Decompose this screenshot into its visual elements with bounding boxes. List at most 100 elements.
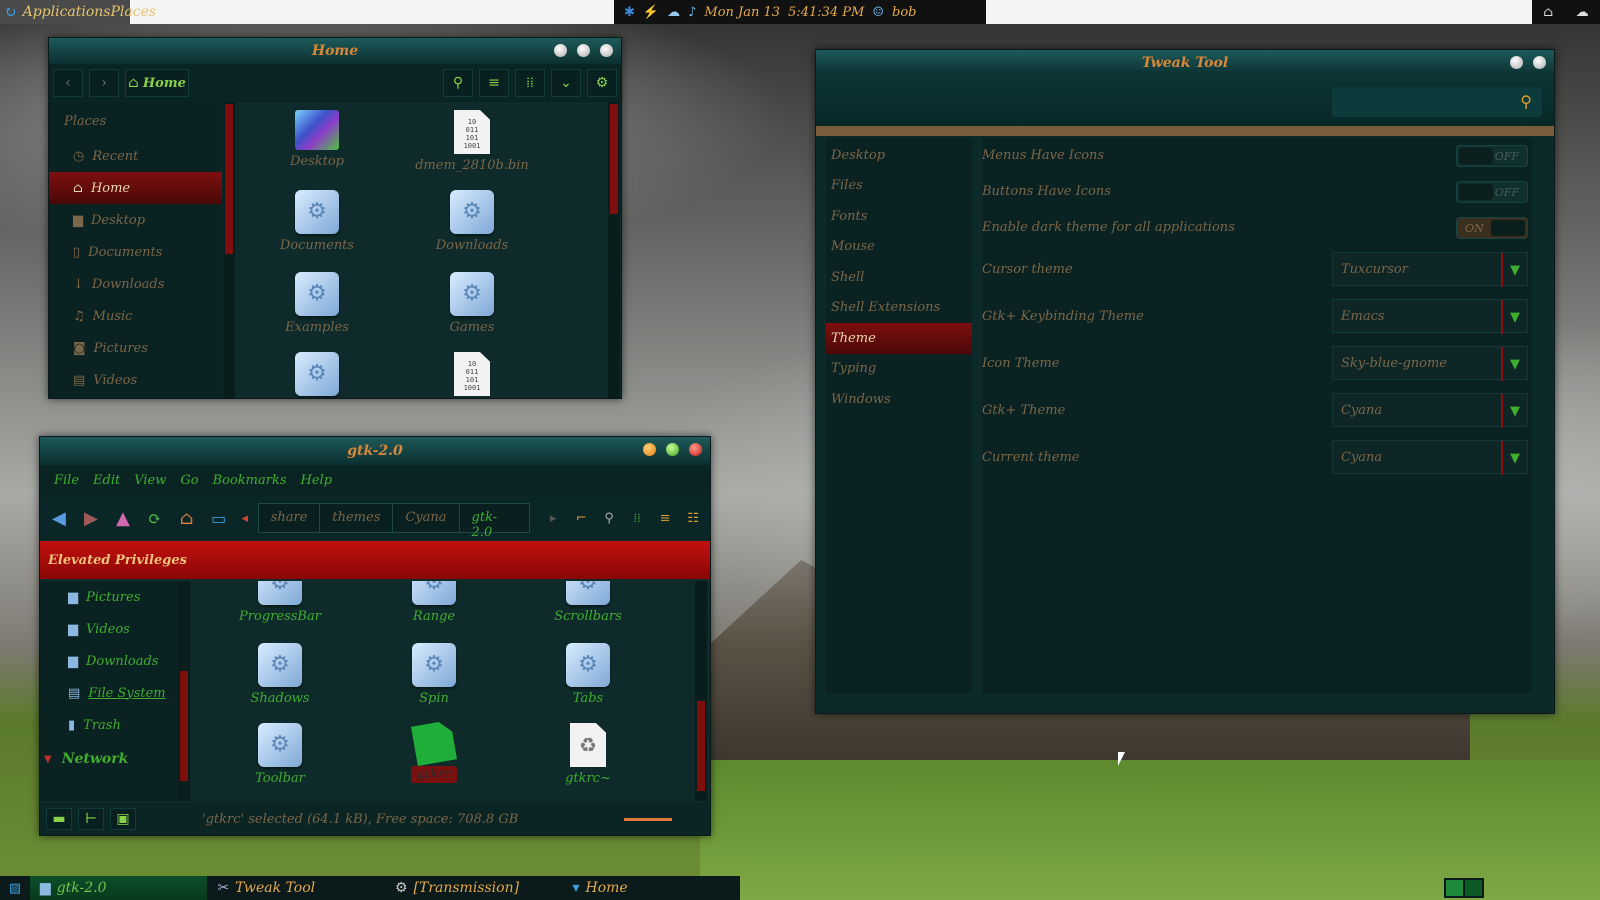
sidebar-item-desktop[interactable]: ▆ Desktop <box>49 204 222 236</box>
maximize-button[interactable] <box>666 443 679 456</box>
compact-view-icon[interactable]: ☷ <box>682 511 704 526</box>
maximize-button[interactable] <box>577 44 590 57</box>
file-item[interactable] <box>257 352 377 398</box>
zoom-icon[interactable]: ⚲ <box>598 511 620 526</box>
file-item[interactable]: Games <box>412 272 532 335</box>
icon-theme-combo[interactable]: Sky-blue-gnome ▼ <box>1332 346 1528 381</box>
gtk-theme-combo[interactable]: Cyana ▼ <box>1332 393 1528 428</box>
sidebar-item-documents[interactable]: ▯ Documents <box>49 236 222 268</box>
list-view-button[interactable]: ≡ <box>479 69 509 97</box>
sidebar-item-music[interactable]: ♫ Music <box>49 300 222 332</box>
minimize-button[interactable] <box>1510 56 1523 69</box>
location-home-button[interactable]: ⌂ Home <box>125 69 189 97</box>
home-icon[interactable]: ⌂ <box>174 508 200 529</box>
sidebar-item-downloads[interactable]: ↓ Downloads <box>49 268 222 300</box>
file-item[interactable]: Toolbar <box>220 723 340 786</box>
taskbar-item-transmission[interactable]: ⚙ [Transmission] <box>385 876 563 900</box>
category-shell-extensions[interactable]: Shell Extensions <box>826 293 972 324</box>
sidebar-item-downloads[interactable]: ▆ Downloads <box>40 645 178 677</box>
breadcrumb-share[interactable]: share <box>259 504 321 532</box>
menu-bookmarks[interactable]: Bookmarks <box>213 473 287 488</box>
back-arrow-icon[interactable]: ◀ <box>46 508 72 529</box>
menu-help[interactable]: Help <box>301 473 333 488</box>
category-fonts[interactable]: Fonts <box>826 201 972 232</box>
file-item[interactable]: Examples <box>257 272 377 335</box>
file-item-selected[interactable]: gtkrc <box>374 723 494 783</box>
file-item[interactable]: Tabs <box>528 643 648 706</box>
sidebar-item-pictures[interactable]: ▆ Pictures <box>40 581 178 613</box>
menu-file[interactable]: File <box>54 473 79 488</box>
forward-arrow-icon[interactable]: ▶ <box>78 508 104 529</box>
files-scroll-thumb[interactable] <box>610 104 618 214</box>
buttons-have-icons-switch[interactable]: OFF <box>1456 181 1528 203</box>
category-windows[interactable]: Windows <box>826 384 972 415</box>
file-item[interactable]: Spin <box>374 643 494 706</box>
icon-view-icon[interactable]: ⁞⁞ <box>626 510 648 526</box>
sidebar-item-file-system[interactable]: ▤ File System <box>40 677 178 709</box>
search-button[interactable]: ⚲ <box>443 69 473 97</box>
sidebar-scroll-thumb[interactable] <box>225 104 233 254</box>
gtk-sidebar-scroll-thumb[interactable] <box>180 671 188 781</box>
terminal-button[interactable]: ▣ <box>110 808 136 830</box>
breadcrumb-right-icon[interactable]: ▸ <box>542 511 564 526</box>
user-name[interactable]: bob <box>892 5 916 20</box>
file-item[interactable]: ProgressBar <box>220 581 340 624</box>
reload-icon[interactable]: ⟳ <box>142 509 168 528</box>
category-desktop[interactable]: Desktop <box>826 140 972 171</box>
back-button[interactable]: ‹ <box>53 69 83 97</box>
view-options-button[interactable]: ⌄ <box>551 69 581 97</box>
home-titlebar[interactable]: Home <box>49 38 621 64</box>
gtk-files-scroll-thumb[interactable] <box>697 701 705 791</box>
volume-icon[interactable]: ♪ <box>688 5 696 20</box>
list-view-icon[interactable]: ≡ <box>654 511 676 526</box>
files-scrollbar[interactable] <box>608 102 620 398</box>
workspace-switcher[interactable] <box>1444 878 1484 898</box>
taskbar-item-gtk[interactable]: ▆ gtk-2.0 <box>29 876 208 900</box>
breadcrumb-left-icon[interactable]: ◂ <box>238 511 252 526</box>
menu-edit[interactable]: Edit <box>93 473 120 488</box>
menus-have-icons-switch[interactable]: OFF <box>1456 145 1528 167</box>
category-theme[interactable]: Theme <box>826 323 972 354</box>
breadcrumb-cyana[interactable]: Cyana <box>393 504 460 532</box>
clock-time[interactable]: 5:41:34 PM <box>788 5 864 20</box>
tree-view-button[interactable]: ⊢ <box>78 808 104 830</box>
tweak-search-field[interactable]: ⚲ <box>1332 87 1542 117</box>
sidebar-item-pictures[interactable]: ◙ Pictures <box>49 332 222 364</box>
home-tray-icon[interactable]: ⌂ <box>1543 5 1553 20</box>
file-item[interactable]: 10 011 101 1001 <box>412 352 532 398</box>
cursor-theme-combo[interactable]: Tuxcursor ▼ <box>1332 252 1528 287</box>
toggle-sidebar-button[interactable]: ▬ <box>46 808 72 830</box>
file-item[interactable]: Desktop <box>257 110 377 169</box>
category-mouse[interactable]: Mouse <box>826 232 972 263</box>
settings-button[interactable]: ⚙ <box>587 69 617 97</box>
file-item[interactable]: 10 011 101 1001 dmem_2810b.bin <box>412 110 532 173</box>
keybinding-theme-combo[interactable]: Emacs ▼ <box>1332 299 1528 334</box>
gtk-sidebar-scrollbar[interactable] <box>178 581 190 801</box>
sidebar-item-home[interactable]: ⌂ Home <box>49 172 222 204</box>
menu-view[interactable]: View <box>134 473 166 488</box>
file-item[interactable]: ♻ gtkrc~ <box>528 723 648 786</box>
cloud-icon[interactable]: ☁ <box>1576 5 1589 20</box>
show-desktop-icon[interactable]: ▨ <box>0 881 30 896</box>
open-terminal-icon[interactable]: ⌐ <box>570 511 592 526</box>
grid-view-button[interactable]: ⁞⁞ <box>515 69 545 97</box>
close-button[interactable] <box>1533 56 1546 69</box>
file-item[interactable]: Downloads <box>412 190 532 253</box>
minimize-button[interactable] <box>554 44 567 57</box>
breadcrumb-themes[interactable]: themes <box>320 504 394 532</box>
close-button[interactable] <box>600 44 613 57</box>
file-item[interactable]: Scrollbars <box>528 581 648 624</box>
minimize-button[interactable] <box>643 443 656 456</box>
tweak-titlebar[interactable]: Tweak Tool <box>816 50 1554 76</box>
category-typing[interactable]: Typing <box>826 354 972 385</box>
gtk-titlebar[interactable]: gtk-2.0 <box>40 437 710 465</box>
taskbar-item-home[interactable]: ▾ Home <box>562 876 740 900</box>
current-theme-combo[interactable]: Cyana ▼ <box>1332 440 1528 475</box>
category-shell[interactable]: Shell <box>826 262 972 293</box>
close-button[interactable] <box>689 443 702 456</box>
file-item[interactable]: Documents <box>257 190 377 253</box>
category-files[interactable]: Files <box>826 171 972 202</box>
workspace-2[interactable] <box>1465 880 1482 896</box>
forward-button[interactable]: › <box>89 69 119 97</box>
up-arrow-icon[interactable]: ▲ <box>110 508 136 529</box>
